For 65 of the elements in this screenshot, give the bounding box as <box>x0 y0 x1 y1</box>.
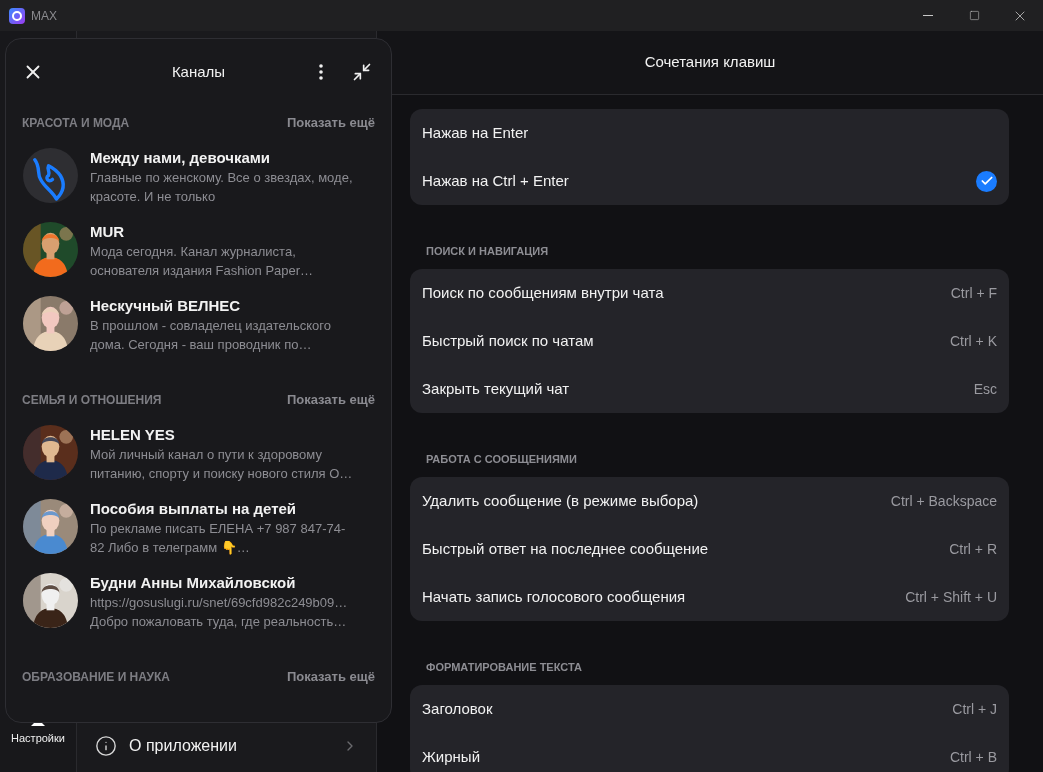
channel-item[interactable]: HELEN YES Мой личный канал о пути к здоровому питанию, спорту и поиску нового стиля О… <box>6 425 391 499</box>
info-icon <box>95 735 117 757</box>
channel-description: красоте. И не только <box>90 188 217 206</box>
option-row[interactable]: Нажав на Ctrl + Enter <box>410 157 1009 205</box>
settings-item[interactable]: О приложении <box>77 720 376 772</box>
channel-name: MUR <box>90 222 126 242</box>
channel-item[interactable]: Пособия выплаты на детей По рекламе писать ЕЛЕНА +7 987 847-74- 82 Либо в телеграмм 👇… <box>6 499 391 573</box>
channel-item[interactable]: Будни Анны Михайловской https://gosuslugi.ru/snet/69cfd982c249b09… Добро пожаловать туда, где реальность… <box>6 573 391 647</box>
app-logo-icon <box>9 7 25 24</box>
channel-name: Пособия выплаты на детей <box>90 499 298 519</box>
window-title: MAX <box>31 7 57 25</box>
popup-title: Каналы <box>171 61 226 82</box>
channel-name: HELEN YES <box>90 425 176 445</box>
show-more-link[interactable]: Показать ещё <box>286 390 375 410</box>
channel-description: дома. Сегодня - ваш проводник по… <box>90 336 313 354</box>
category-heading: КРАСОТА И МОДА <box>22 115 130 132</box>
shortcut-label: Удалить сообщение (в режиме выбора) <box>422 490 699 511</box>
shortcut-keys: Ctrl + J <box>952 698 997 720</box>
shortcut-keys: Ctrl + B <box>949 746 997 768</box>
category-heading: СЕМЬЯ И ОТНОШЕНИЯ <box>22 392 162 409</box>
panel-title: Сочетания клавиш <box>644 52 776 73</box>
option-row[interactable]: Нажав на Enter <box>410 109 1009 157</box>
channel-description: питанию, спорту и поиску нового стиля О… <box>90 465 353 483</box>
channel-description: Главные по женскому. Все о звездах, моде, <box>90 169 353 187</box>
channel-name: Нескучный ВЕЛНЕС <box>90 296 242 316</box>
show-more-link[interactable]: Показать ещё <box>286 667 375 687</box>
sidebar-label[interactable]: Настройки <box>11 729 65 746</box>
section-heading: РАБОТА С СООБЩЕНИЯМИ <box>426 453 577 465</box>
channel-description: В прошлом - совладелец издательского <box>90 317 331 335</box>
option-label: Нажав на Enter <box>422 122 529 143</box>
channel-description: https://gosuslugi.ru/snet/69cfd982c249b09… <box>90 594 348 612</box>
shortcut-label: Быстрый поиск по чатам <box>422 330 594 351</box>
shortcut-label: Закрыть текущий чат <box>422 378 570 399</box>
channel-item[interactable]: Нескучный ВЕЛНЕС В прошлом - совладелец издательского дома. Сегодня - ваш проводник по… <box>6 296 391 370</box>
channel-name: Между нами, девочками <box>90 148 272 168</box>
category-heading: ОБРАЗОВАНИЕ И НАУКА <box>22 669 170 686</box>
more-icon <box>319 64 323 80</box>
channel-description: основателя издания Fashion Paper… <box>90 262 314 280</box>
shortcut-label: Поиск по сообщениям внутри чата <box>422 282 664 303</box>
channel-description: Мой личный канал о пути к здоровому <box>90 446 323 464</box>
channel-name: Будни Анны Михайловской <box>90 573 297 593</box>
shortcut-keys: Ctrl + K <box>949 330 997 352</box>
shortcut-keys: Ctrl + R <box>949 538 997 560</box>
channel-item[interactable]: Между нами, девочками Главные по женскому. Все о звездах, моде, красоте. И не только <box>6 148 391 222</box>
channel-description: Мода сегодня. Канал журналиста, <box>90 243 297 261</box>
swirl-icon <box>23 148 78 203</box>
shortcut-keys: Ctrl + Backspace <box>890 490 997 512</box>
maximize-icon <box>968 10 980 21</box>
channel-description: Добро пожаловать туда, где реальность… <box>90 613 348 631</box>
show-more-link[interactable]: Показать ещё <box>286 113 375 133</box>
shortcut-keys: Ctrl + Shift + U <box>905 586 997 608</box>
shortcut-label: Быстрый ответ на последнее сообщение <box>422 538 709 559</box>
minimize-icon <box>923 15 933 16</box>
shortcut-label: Начать запись голосового сообщения <box>422 586 686 607</box>
section-heading: ПОИСК И НАВИГАЦИЯ <box>426 245 549 257</box>
shortcut-label: Заголовок <box>422 698 493 719</box>
collapse-arrows-icon <box>352 62 372 82</box>
shortcut-keys: Ctrl + F <box>950 282 997 304</box>
option-label: Нажав на Ctrl + Enter <box>422 170 569 191</box>
section-heading: ФОРМАТИРОВАНИЕ ТЕКСТА <box>426 661 582 673</box>
channel-description: 82 Либо в телеграмм 👇… <box>90 539 251 557</box>
shortcut-keys: Esc <box>973 378 997 400</box>
channel-item[interactable]: MUR Мода сегодня. Канал журналиста, основателя издания Fashion Paper… <box>6 222 391 296</box>
shortcut-label: Жирный <box>422 746 480 767</box>
channel-description: По рекламе писать ЕЛЕНА +7 987 847-74- <box>90 520 346 538</box>
